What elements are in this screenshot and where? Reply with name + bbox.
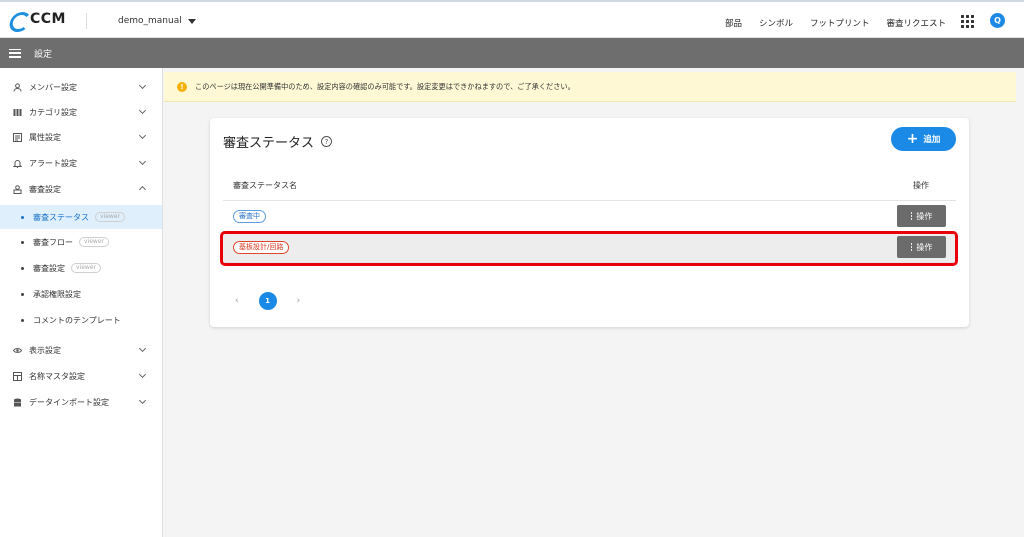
status-tag: 審査中 bbox=[233, 210, 266, 223]
sidebar-sub-approval[interactable]: 承認権限設定 bbox=[0, 282, 162, 306]
sidebar-item-member[interactable]: メンバー設定 bbox=[0, 75, 162, 99]
menu-icon[interactable] bbox=[9, 48, 21, 58]
chevron-down-icon bbox=[138, 344, 147, 353]
warning-icon: ! bbox=[177, 81, 187, 92]
attribute-icon bbox=[13, 132, 22, 142]
page-1-button[interactable]: 1 bbox=[258, 292, 277, 310]
ccm-logo[interactable]: CCM bbox=[10, 11, 66, 27]
sidebar-item-label: メンバー設定 bbox=[29, 82, 77, 92]
nav-symbol[interactable]: シンボル bbox=[759, 17, 793, 29]
header-divider bbox=[86, 13, 87, 29]
notice-banner: ! このページは現在公開準備中のため、設定内容の確認のみ可能です。設定変更はでき… bbox=[164, 72, 1024, 102]
table-row: 審査中 操作 bbox=[223, 201, 956, 231]
chevron-down-icon bbox=[138, 81, 147, 90]
bullet bbox=[21, 318, 24, 322]
sub-item-label: コメントのテンプレート bbox=[33, 315, 121, 325]
sidebar-item-category[interactable]: カテゴリ設定 bbox=[0, 100, 162, 124]
nav-parts[interactable]: 部品 bbox=[725, 17, 742, 29]
chevron-down-icon bbox=[138, 106, 147, 115]
apps-grid-icon[interactable] bbox=[961, 15, 974, 28]
viewer-badge: viewer bbox=[79, 237, 109, 247]
ccm-logo-icon bbox=[10, 11, 26, 27]
chevron-down-icon bbox=[138, 131, 147, 140]
top-nav: 部品 シンボル フットプリント 審査リクエスト bbox=[725, 17, 946, 29]
sidebar-item-review[interactable]: 審査設定 bbox=[0, 177, 162, 201]
bullet bbox=[21, 240, 24, 244]
sub-item-label: 承認権限設定 bbox=[33, 289, 81, 299]
review-status-card: 審査ステータス ? + 追加 審査ステータス名 操作 審査中 操作 基板設計/回… bbox=[210, 118, 969, 327]
viewer-badge: viewer bbox=[71, 263, 101, 273]
add-button-label: 追加 bbox=[923, 135, 941, 145]
database-icon bbox=[13, 398, 22, 407]
highlight-box bbox=[220, 231, 958, 266]
sidebar-item-label: 審査設定 bbox=[29, 184, 61, 194]
pagination: ‹ 1 › bbox=[235, 292, 300, 310]
prev-page-icon[interactable]: ‹ bbox=[235, 296, 239, 306]
sidebar-item-alert[interactable]: アラート設定 bbox=[0, 151, 162, 175]
chevron-down-icon bbox=[138, 157, 147, 166]
sidebar-item-label: 名称マスタ設定 bbox=[29, 371, 85, 381]
chevron-down-icon bbox=[138, 370, 147, 379]
scrollbar[interactable] bbox=[1016, 68, 1024, 537]
project-selector[interactable]: demo_manual bbox=[118, 16, 196, 26]
card-title: 審査ステータス ? bbox=[223, 132, 333, 151]
sidebar-item-label: カテゴリ設定 bbox=[29, 107, 77, 117]
sidebar-item-label: データインポート設定 bbox=[29, 397, 109, 407]
sidebar-item-data-import[interactable]: データインポート設定 bbox=[0, 390, 162, 414]
caret-down-icon bbox=[187, 18, 196, 24]
sidebar-sub-review-settings[interactable]: 審査設定 viewer bbox=[0, 256, 162, 280]
category-icon bbox=[13, 108, 22, 117]
sidebar-item-label: アラート設定 bbox=[29, 158, 77, 168]
page-title-bar: 設定 bbox=[0, 38, 1024, 68]
sidebar: メンバー設定 カテゴリ設定 属性設定 アラート設定 審査設定 審査ステータス v… bbox=[0, 68, 163, 537]
sidebar-item-name-master[interactable]: 名称マスタ設定 bbox=[0, 364, 162, 388]
person-icon bbox=[13, 82, 22, 92]
top-bar: CCM demo_manual 部品 シンボル フットプリント 審査リクエスト … bbox=[0, 0, 1024, 38]
page-title: 設定 bbox=[34, 49, 53, 60]
user-avatar[interactable]: Q bbox=[990, 13, 1005, 28]
sidebar-item-display[interactable]: 表示設定 bbox=[0, 338, 162, 362]
review-icon bbox=[13, 184, 22, 194]
bullet bbox=[21, 266, 24, 270]
chevron-down-icon bbox=[138, 396, 147, 405]
banner-text: このページは現在公開準備中のため、設定内容の確認のみ可能です。設定変更はできかね… bbox=[195, 81, 575, 91]
add-button[interactable]: + 追加 bbox=[891, 127, 956, 151]
bullet bbox=[21, 215, 24, 219]
row-action-button[interactable]: 操作 bbox=[897, 205, 946, 227]
eye-icon bbox=[13, 346, 22, 355]
nav-review-request[interactable]: 審査リクエスト bbox=[886, 17, 946, 29]
bell-icon bbox=[13, 159, 22, 168]
chevron-up-icon bbox=[138, 185, 147, 194]
sub-item-label: 審査設定 bbox=[33, 263, 65, 273]
logo-text: CCM bbox=[30, 11, 66, 27]
bullet bbox=[21, 292, 24, 296]
help-icon[interactable]: ? bbox=[321, 136, 333, 147]
column-header-action: 操作 bbox=[913, 181, 929, 190]
viewer-badge: viewer bbox=[95, 212, 125, 222]
sidebar-item-label: 属性設定 bbox=[29, 132, 61, 142]
sidebar-sub-review-status[interactable]: 審査ステータス viewer bbox=[0, 205, 162, 229]
sidebar-item-label: 表示設定 bbox=[29, 345, 61, 355]
sidebar-item-attribute[interactable]: 属性設定 bbox=[0, 125, 162, 149]
sub-item-label: 審査ステータス bbox=[33, 212, 89, 222]
sub-item-label: 審査フロー bbox=[33, 237, 73, 247]
kebab-icon bbox=[910, 212, 913, 220]
row-action-label: 操作 bbox=[916, 211, 933, 221]
sidebar-sub-review-flow[interactable]: 審査フロー viewer bbox=[0, 230, 162, 254]
card-title-text: 審査ステータス bbox=[223, 136, 315, 151]
project-name: demo_manual bbox=[118, 16, 182, 26]
next-page-icon[interactable]: › bbox=[297, 296, 301, 306]
plus-icon: + bbox=[906, 131, 919, 147]
column-header-status: 審査ステータス名 bbox=[233, 181, 297, 190]
sidebar-sub-comment-template[interactable]: コメントのテンプレート bbox=[0, 308, 162, 332]
table-icon bbox=[13, 371, 22, 381]
nav-footprint[interactable]: フットプリント bbox=[810, 17, 870, 29]
